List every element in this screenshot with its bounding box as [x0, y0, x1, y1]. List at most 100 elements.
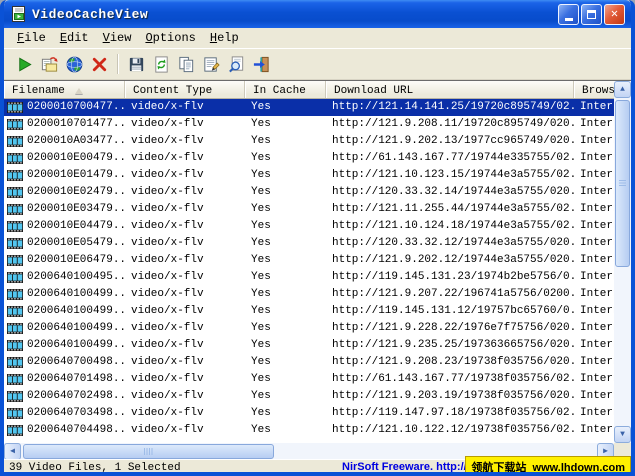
content-type-cell: video/x-flv [125, 371, 245, 388]
menu-view[interactable]: View [96, 29, 139, 47]
browser-cell: Intern [574, 133, 614, 150]
download-url-cell: http://121.9.208.23/19738f035756/020... [326, 354, 574, 371]
table-row[interactable]: 0200640100499...video/x-flvYeshttp://119… [4, 303, 614, 320]
content-type-cell: video/x-flv [125, 303, 245, 320]
film-icon [7, 187, 23, 198]
status-count-text: 39 Video Files, 1 Selected [4, 462, 181, 474]
in-cache-cell: Yes [245, 150, 326, 167]
table-row[interactable]: 0200640701498...video/x-flvYeshttp://61.… [4, 371, 614, 388]
in-cache-cell: Yes [245, 371, 326, 388]
table-body: 0200010700477...video/x-flvYeshttp://121… [4, 99, 614, 443]
download-url-cell: http://121.9.228.22/1976e7f75756/020... [326, 320, 574, 337]
download-url-cell: http://121.9.235.25/197363665756/020... [326, 337, 574, 354]
menubar: File Edit View Options Help [4, 28, 631, 49]
table-row[interactable]: 0200640700498...video/x-flvYeshttp://121… [4, 354, 614, 371]
find-icon [227, 55, 246, 74]
in-cache-cell: Yes [245, 99, 326, 116]
copy-button[interactable] [174, 52, 199, 76]
filename-cell: 0200640100499... [4, 337, 125, 354]
delete-icon [90, 55, 109, 74]
save-button[interactable] [124, 52, 149, 76]
browser-cell: Intern [574, 116, 614, 133]
in-cache-cell: Yes [245, 184, 326, 201]
content-type-cell: video/x-flv [125, 133, 245, 150]
toolbar [4, 49, 631, 80]
table-row[interactable]: 0200010A03477...video/x-flvYeshttp://121… [4, 133, 614, 150]
table-row[interactable]: 0200010E04479...video/x-flvYeshttp://121… [4, 218, 614, 235]
table-row[interactable]: 0200640702498...video/x-flvYeshttp://121… [4, 388, 614, 405]
browser-cell: Intern [574, 320, 614, 337]
open-url-button[interactable] [62, 52, 87, 76]
find-button[interactable] [224, 52, 249, 76]
filename-cell: 0200640100499... [4, 286, 125, 303]
properties-button[interactable] [199, 52, 224, 76]
table-row[interactable]: 0200010E05479...video/x-flvYeshttp://120… [4, 235, 614, 252]
play-video-button[interactable] [12, 52, 37, 76]
download-url-cell: http://121.10.122.12/19738f035756/02... [326, 422, 574, 439]
table-row[interactable]: 0200010E00479...video/x-flvYeshttp://61.… [4, 150, 614, 167]
filename-cell: 0200640703498... [4, 405, 125, 422]
column-header-in-cache[interactable]: In Cache [245, 81, 326, 98]
content-type-cell: video/x-flv [125, 286, 245, 303]
refresh-button[interactable] [149, 52, 174, 76]
promo-badge[interactable]: 领航下载站_www.lhdown.com [465, 456, 631, 476]
column-header-browser[interactable]: Browse [574, 81, 614, 98]
browser-cell: Intern [574, 184, 614, 201]
window-titlebar[interactable]: VideoCacheView ✕ [4, 0, 631, 28]
filename-cell: 0200010E01479... [4, 167, 125, 184]
nirsoft-link[interactable]: NirSoft Freeware. http://w [342, 461, 475, 473]
table-row[interactable]: 0200640100495...video/x-flvYeshttp://119… [4, 269, 614, 286]
film-icon [7, 204, 23, 215]
table-row[interactable]: 0200640100499...video/x-flvYeshttp://121… [4, 337, 614, 354]
table-row[interactable]: 0200640100499...video/x-flvYeshttp://121… [4, 286, 614, 303]
maximize-button[interactable] [581, 4, 602, 25]
scroll-down-button[interactable]: ▼ [614, 426, 631, 443]
scroll-up-button[interactable]: ▲ [614, 81, 631, 98]
column-headers: Filename Content Type In Cache Download … [4, 81, 614, 99]
in-cache-cell: Yes [245, 252, 326, 269]
table-row[interactable]: 0200010E06479...video/x-flvYeshttp://121… [4, 252, 614, 269]
window-title: VideoCacheView [32, 7, 558, 22]
table-row[interactable]: 0200640704498...video/x-flvYeshttp://121… [4, 422, 614, 439]
menu-help[interactable]: Help [203, 29, 246, 47]
menu-edit[interactable]: Edit [53, 29, 96, 47]
table-row[interactable]: 0200640703498...video/x-flvYeshttp://119… [4, 405, 614, 422]
browser-cell: Intern [574, 303, 614, 320]
download-url-cell: http://119.147.97.18/19738f035756/02... [326, 405, 574, 422]
video-list: Filename Content Type In Cache Download … [4, 80, 631, 459]
menu-file[interactable]: File [10, 29, 53, 47]
save-icon [127, 55, 146, 74]
table-row[interactable]: 0200010700477...video/x-flvYeshttp://121… [4, 99, 614, 116]
table-row[interactable]: 0200010E01479...video/x-flvYeshttp://121… [4, 167, 614, 184]
browser-cell: Intern [574, 150, 614, 167]
content-type-cell: video/x-flv [125, 167, 245, 184]
table-row[interactable]: 0200010E03479...video/x-flvYeshttp://121… [4, 201, 614, 218]
in-cache-cell: Yes [245, 269, 326, 286]
delete-button[interactable] [87, 52, 112, 76]
table-row[interactable]: 0200010E02479...video/x-flvYeshttp://120… [4, 184, 614, 201]
column-header-download-url[interactable]: Download URL [326, 81, 574, 98]
in-cache-cell: Yes [245, 354, 326, 371]
in-cache-cell: Yes [245, 286, 326, 303]
content-type-cell: video/x-flv [125, 99, 245, 116]
column-header-content-type[interactable]: Content Type [125, 81, 245, 98]
in-cache-cell: Yes [245, 320, 326, 337]
download-url-cell: http://119.145.131.23/1974b2be5756/0... [326, 269, 574, 286]
vertical-scrollbar[interactable]: ▲ ▼ [614, 81, 631, 443]
close-button[interactable]: ✕ [604, 4, 625, 25]
browser-cell: Intern [574, 218, 614, 235]
scroll-left-button[interactable]: ◀ [4, 443, 21, 460]
menu-options[interactable]: Options [138, 29, 202, 47]
copy-files-button[interactable] [37, 52, 62, 76]
table-row[interactable]: 0200640100499...video/x-flvYeshttp://121… [4, 320, 614, 337]
exit-icon [252, 55, 271, 74]
exit-button[interactable] [249, 52, 274, 76]
minimize-button[interactable] [558, 4, 579, 25]
vertical-scrollbar-thumb[interactable] [615, 100, 630, 267]
column-header-filename[interactable]: Filename [4, 81, 125, 98]
film-icon [7, 425, 23, 436]
table-row[interactable]: 0200010701477...video/x-flvYeshttp://121… [4, 116, 614, 133]
horizontal-scrollbar-thumb[interactable] [23, 444, 274, 459]
play-icon [15, 55, 34, 74]
content-type-cell: video/x-flv [125, 252, 245, 269]
